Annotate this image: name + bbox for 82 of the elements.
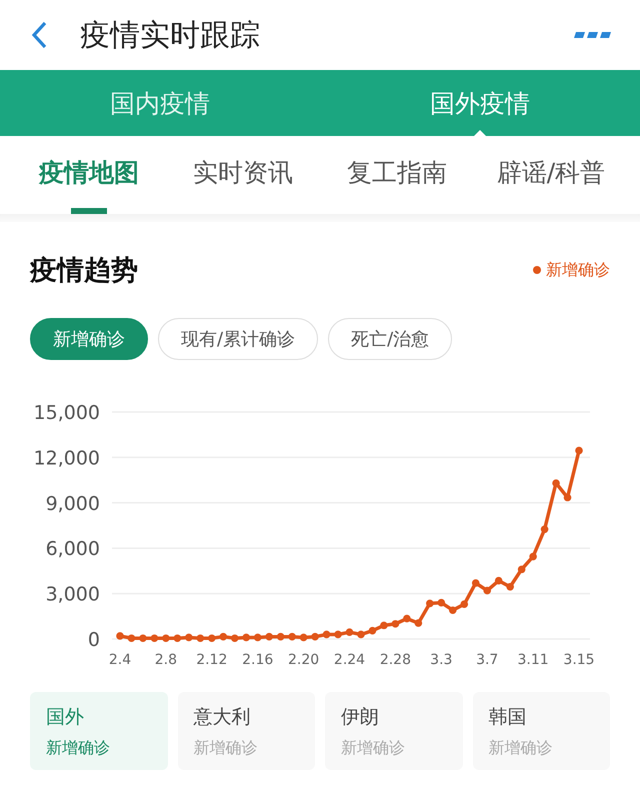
data-point: [174, 634, 182, 642]
data-point: [368, 626, 376, 634]
data-point: [483, 586, 491, 594]
back-icon[interactable]: [30, 20, 48, 50]
data-point: [529, 552, 537, 560]
data-point: [128, 634, 136, 642]
data-point: [448, 606, 457, 614]
data-point: [357, 630, 365, 638]
y-axis-label: 12,000: [34, 447, 100, 470]
x-axis-label: 3.3: [430, 652, 452, 668]
region-card[interactable]: 国外 新增确诊: [30, 692, 168, 770]
data-point: [460, 600, 468, 608]
region-card[interactable]: 意大利 新增确诊: [178, 692, 315, 770]
more-icon[interactable]: [574, 30, 612, 40]
x-axis-label: 2.4: [108, 652, 132, 668]
section-title: 疫情趋势: [30, 254, 138, 288]
data-point: [219, 632, 228, 641]
page-title: 疫情实时跟踪: [80, 16, 261, 54]
data-point: [506, 583, 514, 591]
y-axis-label: 3,000: [46, 584, 100, 606]
data-point: [472, 579, 480, 587]
section-tab[interactable]: 疫情地图: [12, 136, 166, 214]
x-axis-label: 2.12: [196, 652, 228, 668]
x-axis-label: 2.16: [242, 652, 274, 668]
data-point: [288, 632, 296, 641]
data-point: [322, 630, 330, 638]
x-axis-label: 3.11: [518, 652, 549, 668]
data-point: [334, 630, 342, 638]
data-point: [311, 632, 319, 641]
x-axis-label: 2.24: [334, 652, 366, 668]
data-point: [564, 494, 572, 502]
data-point: [426, 600, 434, 608]
region-name: 伊朗: [341, 704, 380, 730]
data-point: [116, 632, 124, 640]
y-axis-label: 6,000: [46, 538, 100, 560]
data-point: [346, 628, 354, 636]
data-point: [185, 634, 193, 642]
data-point: [139, 634, 147, 642]
data-point: [254, 634, 262, 642]
x-axis-label: 3.15: [563, 652, 595, 668]
data-point: [242, 634, 250, 642]
data-point: [196, 634, 204, 642]
x-axis-label: 2.28: [380, 652, 411, 668]
legend-label: 新增确诊: [546, 260, 610, 280]
region-card[interactable]: 伊朗 新增确诊: [325, 692, 462, 770]
section-tab[interactable]: 复工指南: [320, 136, 474, 214]
region-name: 韩国: [488, 704, 528, 730]
filter-chip[interactable]: 新增确诊: [30, 318, 148, 360]
data-point: [494, 576, 502, 585]
data-point: [208, 634, 216, 642]
data-point: [380, 622, 388, 630]
data-point: [540, 525, 548, 534]
region-card[interactable]: 韩国 新增确诊: [472, 692, 610, 770]
region-name: 意大利: [194, 704, 252, 730]
region-metric: 新增确诊: [488, 738, 554, 758]
region-metric: 新增确诊: [46, 738, 111, 758]
x-axis-label: 2.8: [154, 652, 178, 668]
section-tab[interactable]: 实时资讯: [166, 136, 320, 214]
y-axis-label: 0: [88, 629, 100, 651]
data-point: [575, 446, 583, 454]
data-point: [518, 566, 526, 574]
filter-chip[interactable]: 死亡/治愈: [328, 318, 452, 360]
data-point: [150, 634, 158, 642]
section-tab[interactable]: 辟谣/科普: [474, 136, 628, 214]
data-point: [552, 479, 560, 487]
data-point: [438, 598, 446, 606]
data-point: [230, 634, 239, 642]
data-point: [276, 632, 284, 641]
filter-chip[interactable]: 现有/累计确诊: [158, 318, 318, 360]
data-point: [403, 614, 411, 622]
data-point: [265, 632, 273, 641]
y-axis-label: 9,000: [46, 492, 100, 515]
region-name: 国外: [46, 704, 85, 730]
region-metric: 新增确诊: [194, 738, 258, 758]
data-point: [392, 620, 400, 628]
data-point: [414, 619, 422, 627]
region-metric: 新增确诊: [341, 738, 406, 758]
x-axis-label: 2.20: [288, 652, 320, 668]
x-axis-label: 3.7: [476, 652, 498, 668]
data-point: [162, 634, 170, 642]
y-axis-label: 15,000: [34, 402, 100, 424]
data-point: [300, 634, 308, 642]
